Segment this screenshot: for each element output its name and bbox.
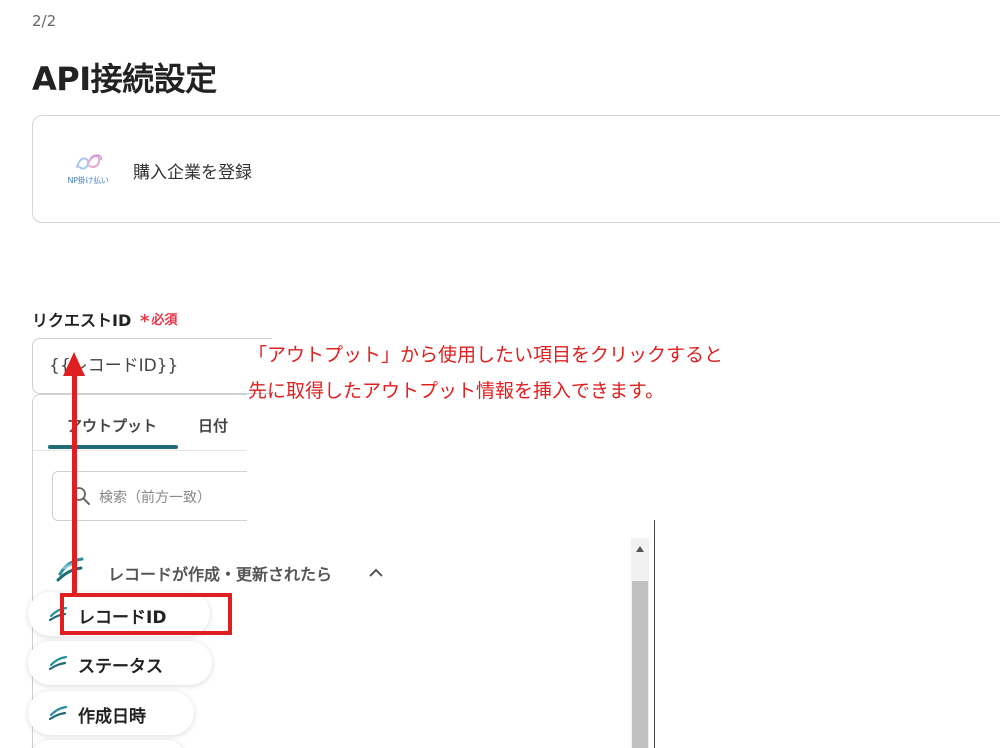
np-logo-text: NP掛け払い <box>67 176 109 185</box>
np-logo: NP掛け払い <box>61 152 115 186</box>
np-logo-icon <box>76 154 103 170</box>
tab-divider <box>33 450 247 451</box>
output-item-status[interactable]: ステータス <box>28 641 212 685</box>
tab-output[interactable]: アウトプット <box>67 415 157 436</box>
trigger-app-icon <box>56 557 84 582</box>
search-box[interactable]: 検索（前方一致） <box>52 471 247 521</box>
tab-date[interactable]: 日付 <box>198 415 228 436</box>
scroll-thumb[interactable] <box>632 581 648 748</box>
instruction-annotation: 「アウトプット」から使用したい項目をクリックすると 先に取得したアウトプット情報… <box>248 337 723 409</box>
scroll-up-arrow-icon[interactable] <box>636 546 644 552</box>
annotation-arrow-shaft <box>72 372 77 594</box>
created-at-label: 作成日時 <box>78 707 146 727</box>
app-action-label: 購入企業を登録 <box>133 163 252 183</box>
active-tab-underline <box>48 445 178 449</box>
created-at-app-icon <box>48 705 68 721</box>
annotation-line-2: 先に取得したアウトプット情報を挿入できます。 <box>248 380 665 402</box>
field-label: リクエストID <box>32 311 132 330</box>
status-app-icon <box>48 655 68 671</box>
page-title: API接続設定 <box>32 60 217 98</box>
app-action-card: NP掛け払い 購入企業を登録 <box>32 115 1000 223</box>
annotation-highlight-box <box>60 593 232 635</box>
required-badge: * 必須 <box>140 309 177 332</box>
search-placeholder: 検索（前方一致） <box>99 490 211 506</box>
annotation-line-1: 「アウトプット」から使用したい項目をクリックすると <box>248 344 724 366</box>
output-item-created-at[interactable]: 作成日時 <box>28 691 194 735</box>
required-star-icon: * <box>140 311 150 332</box>
list-scrollbar[interactable] <box>631 538 649 748</box>
list-panel-border <box>247 520 655 748</box>
required-text: 必須 <box>151 313 178 328</box>
step-indicator: 2/2 <box>32 12 57 30</box>
annotation-arrow-head-icon <box>63 352 85 376</box>
status-label: ステータス <box>78 657 163 677</box>
output-item-next[interactable] <box>28 740 188 748</box>
